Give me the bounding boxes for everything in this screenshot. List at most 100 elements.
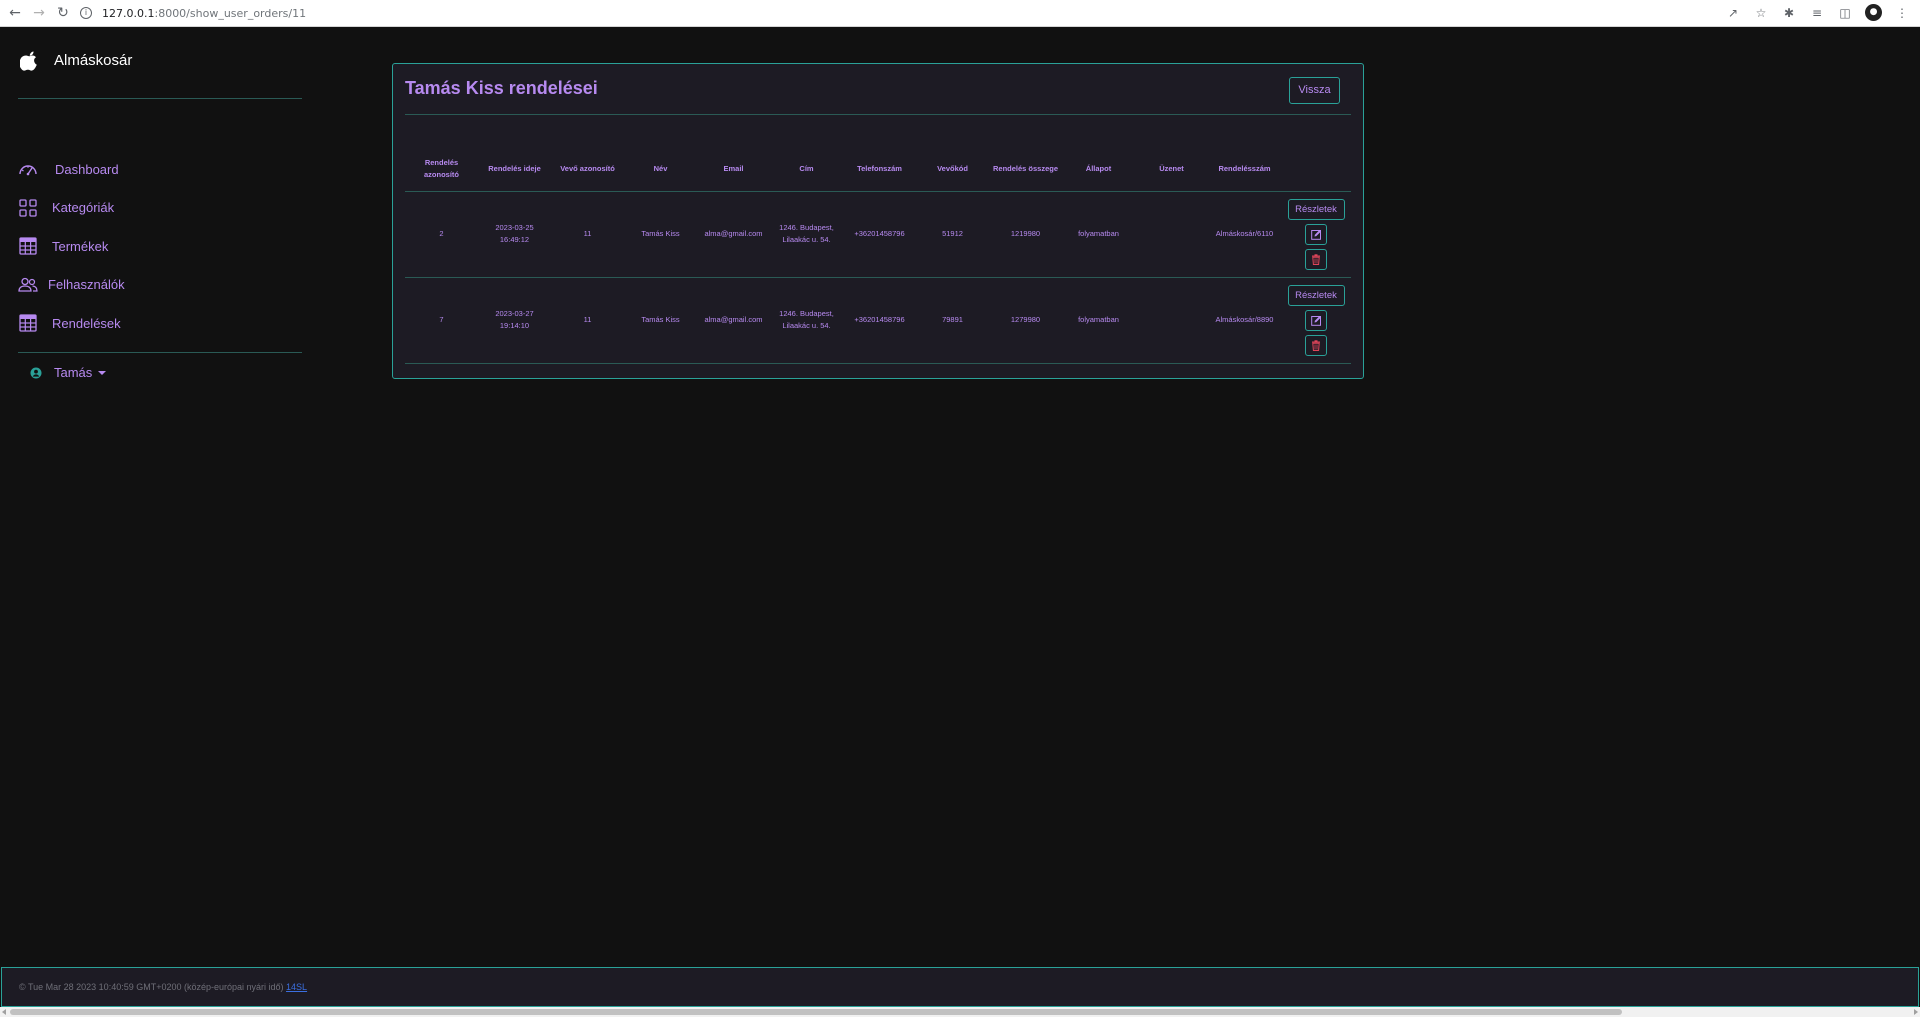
cell-total: 1219980 (989, 191, 1062, 278)
footer-timestamp: © Tue Mar 28 2023 10:40:59 GMT+0200 (köz… (19, 982, 287, 992)
cell-order-time: 2023-03-27 19:14:10 (478, 277, 551, 364)
cell-customer-id: 11 (551, 277, 624, 364)
cell-status: folyamatban (1062, 277, 1135, 364)
address-bar[interactable]: i 127.0.0.1:8000/show_user_orders/11 (80, 3, 1780, 23)
cell-email: alma@gmail.com (697, 277, 770, 364)
orders-card: Tamás Kiss rendelései Vissza Rendelés az… (392, 63, 1364, 379)
cell-phone: +36201458796 (843, 191, 916, 278)
extensions-icon[interactable]: ✱ (1781, 5, 1797, 21)
cell-customer-id: 11 (551, 191, 624, 278)
cell-message (1135, 277, 1208, 364)
sidebar-item-label: Kategóriák (52, 200, 115, 216)
actions-header (1281, 147, 1351, 192)
url-host: 127.0.0.1 (102, 6, 155, 20)
url-path: :8000/show_user_orders/11 (154, 6, 307, 20)
details-button[interactable]: Részletek (1287, 198, 1345, 220)
cell-message (1135, 191, 1208, 278)
details-button[interactable]: Részletek (1287, 284, 1345, 306)
footer-link[interactable]: 14SL (286, 982, 307, 992)
column-header: Vevőkód (916, 147, 989, 192)
cell-order-number: Almáskosár/6110 (1208, 191, 1281, 278)
column-header: Rendelés azonosító (405, 147, 478, 192)
scroll-left-icon[interactable] (2, 1009, 6, 1015)
column-header: Rendelés ideje (478, 147, 551, 192)
table-header-row: Rendelés azonosító Rendelés ideje Vevő a… (405, 147, 1351, 192)
user-name: Tamás (54, 365, 93, 380)
back-arrow-icon[interactable]: ← (6, 4, 24, 22)
reload-icon[interactable]: ↻ (54, 4, 72, 22)
edit-button[interactable] (1305, 223, 1327, 245)
delete-button[interactable] (1305, 248, 1327, 270)
cell-name: Tamás Kiss (624, 191, 697, 278)
sidebar-item-label: Rendelések (52, 315, 121, 331)
column-header: Név (624, 147, 697, 192)
cell-name: Tamás Kiss (624, 277, 697, 364)
sidebar-item-felhasznalok[interactable]: Felhasználók (18, 266, 303, 305)
profile-avatar[interactable]: ● (1865, 4, 1882, 21)
cell-email: alma@gmail.com (697, 191, 770, 278)
cell-order-id: 2 (405, 191, 478, 278)
brand[interactable]: Almáskosár (20, 49, 132, 71)
brand-name: Almáskosár (54, 51, 133, 69)
column-header: Rendelés összege (989, 147, 1062, 192)
grid-icon (18, 198, 38, 218)
side-panel-icon[interactable]: ◫ (1837, 5, 1853, 21)
sidebar-item-termekek[interactable]: Termékek (18, 227, 303, 266)
back-button[interactable]: Vissza (1289, 77, 1340, 104)
horizontal-scrollbar[interactable] (0, 1007, 1920, 1017)
footer: © Tue Mar 28 2023 10:40:59 GMT+0200 (köz… (1, 967, 1919, 1007)
cell-actions: Részletek (1281, 191, 1351, 278)
column-header: Állapot (1062, 147, 1135, 192)
user-circle-icon (30, 367, 42, 378)
column-header: Vevő azonosító (551, 147, 624, 192)
browser-toolbar: ← → ↻ i 127.0.0.1:8000/show_user_orders/… (0, 0, 1920, 27)
trash-icon (1312, 253, 1320, 265)
table-icon (18, 313, 38, 333)
forward-arrow-icon[interactable]: → (30, 4, 48, 22)
info-icon[interactable]: i (80, 7, 92, 19)
column-header: Rendelésszám (1208, 147, 1281, 192)
cell-order-time: 2023-03-25 16:49:12 (478, 191, 551, 278)
cell-phone: +36201458796 (843, 277, 916, 364)
sidebar-item-label: Dashboard (55, 161, 119, 177)
column-header: Üzenet (1135, 147, 1208, 192)
sidebar-item-kategoriak[interactable]: Kategóriák (18, 189, 303, 228)
scroll-right-icon[interactable] (1914, 1009, 1918, 1015)
column-header: Telefonszám (843, 147, 916, 192)
cell-customer-code: 79891 (916, 277, 989, 364)
sidebar-divider (18, 352, 302, 353)
title-divider (405, 114, 1351, 115)
orders-table: Rendelés azonosító Rendelés ideje Vevő a… (405, 147, 1351, 364)
sidebar-item-dashboard[interactable]: Dashboard (18, 150, 303, 189)
kebab-menu-icon[interactable]: ⋮ (1894, 5, 1910, 21)
sidebar-item-rendelesek[interactable]: Rendelések (18, 304, 303, 343)
sidebar-menu: Dashboard Kategóriák Termékek Felhasznál… (18, 150, 303, 343)
edit-icon (1310, 229, 1321, 240)
user-dropdown[interactable]: Tamás (30, 365, 107, 380)
speedometer-icon (18, 159, 38, 179)
cell-address: 1246. Budapest, Lilaakác u. 54. (770, 191, 843, 278)
column-header: Email (697, 147, 770, 192)
cell-order-number: Almáskosár/8890 (1208, 277, 1281, 364)
cell-order-id: 7 (405, 277, 478, 364)
column-header: Cím (770, 147, 843, 192)
footer-text: © Tue Mar 28 2023 10:40:59 GMT+0200 (köz… (19, 982, 307, 992)
cell-actions: Részletek (1281, 277, 1351, 364)
caret-down-icon (98, 370, 107, 375)
cell-total: 1279980 (989, 277, 1062, 364)
page-title: Tamás Kiss rendelései (405, 78, 598, 98)
edit-button[interactable] (1305, 309, 1327, 331)
cell-status: folyamatban (1062, 191, 1135, 278)
sidebar-divider (18, 98, 302, 99)
cell-customer-code: 51912 (916, 191, 989, 278)
share-icon[interactable]: ↗ (1725, 5, 1741, 21)
star-icon[interactable]: ☆ (1753, 5, 1769, 21)
media-icon[interactable]: ≡ (1809, 5, 1825, 21)
table-row: 2 2023-03-25 16:49:12 11 Tamás Kiss alma… (405, 191, 1351, 278)
cell-address: 1246. Budapest, Lilaakác u. 54. (770, 277, 843, 364)
apple-logo-icon (20, 51, 37, 71)
sidebar-item-label: Termékek (52, 238, 109, 254)
scrollbar-thumb[interactable] (10, 1009, 1622, 1015)
people-icon (18, 275, 38, 295)
delete-button[interactable] (1305, 334, 1327, 356)
